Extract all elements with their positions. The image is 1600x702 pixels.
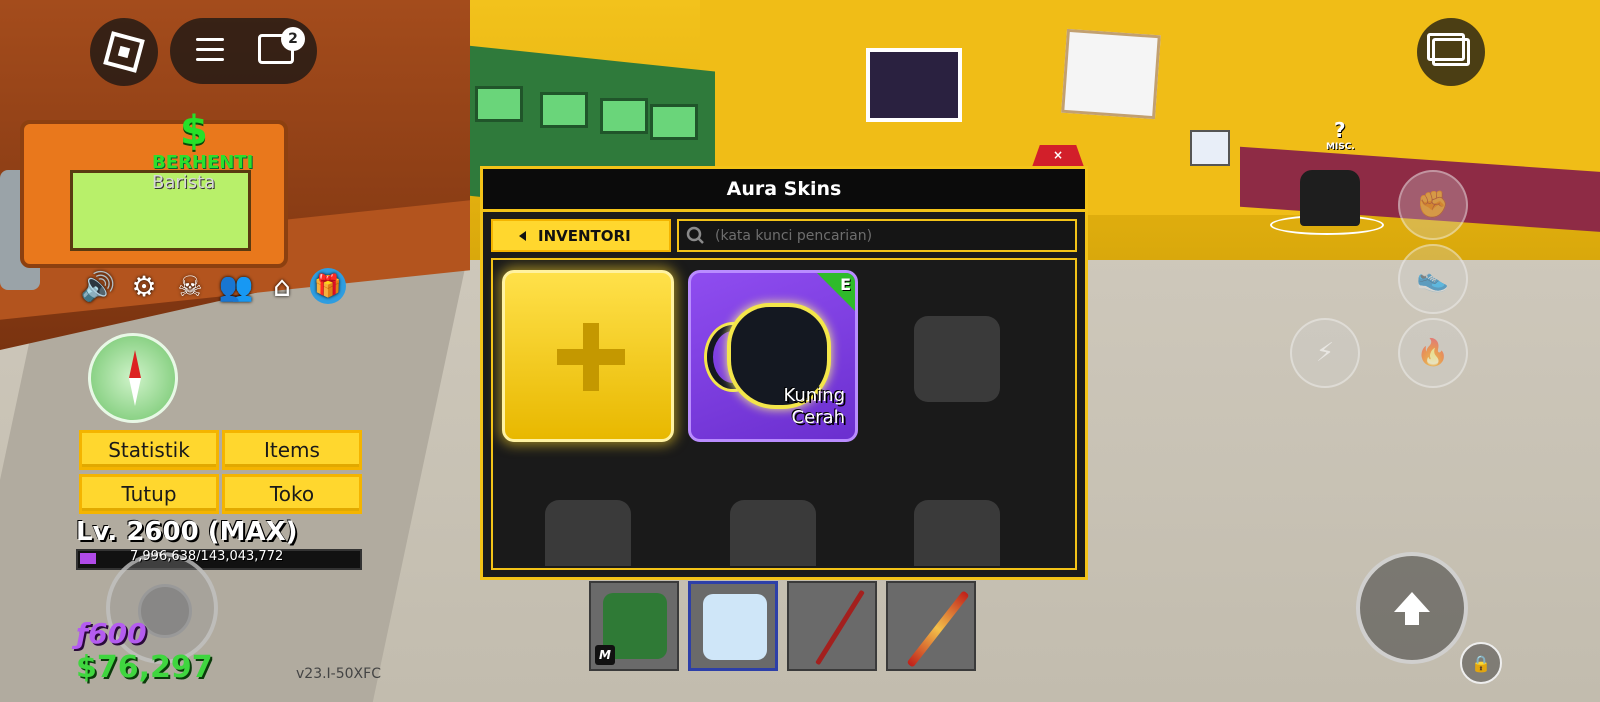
empty-slot — [730, 500, 816, 566]
add-skin-tile[interactable] — [502, 270, 674, 442]
leaderboard-button[interactable] — [1417, 18, 1485, 86]
window — [475, 86, 523, 122]
ability-aura-icon[interactable]: 🔥 — [1398, 318, 1468, 388]
wall-poster-blank — [1061, 28, 1161, 120]
hotbar-slot-red-katana[interactable] — [787, 581, 877, 671]
red-katana-icon — [815, 589, 865, 666]
gear-icon[interactable]: ⚙ — [126, 268, 162, 304]
window — [600, 98, 648, 134]
up-arrow-icon — [1394, 592, 1430, 625]
m1-badge-icon: M — [595, 645, 615, 665]
yeti-fruit-icon — [703, 594, 767, 660]
search-bar[interactable] — [677, 219, 1077, 252]
skin-name-line2: Cerah — [791, 407, 845, 428]
close-button[interactable]: Tutup — [79, 474, 219, 514]
hotbar-slot-yeti-fruit[interactable] — [688, 581, 778, 671]
empty-slot — [914, 316, 1000, 402]
hotbar-slot-dragon-fruit[interactable]: M — [589, 581, 679, 671]
skin-name-line1: Kuning — [783, 385, 845, 406]
roblox-menu-button[interactable] — [90, 18, 158, 86]
equipped-letter: E — [840, 275, 851, 294]
npc-role: Barista — [152, 172, 216, 193]
window — [650, 104, 698, 140]
xp-text: 7,996,638/143,043,772 — [130, 549, 284, 564]
ability-fist-icon[interactable]: ✊ — [1398, 170, 1468, 240]
search-input[interactable] — [709, 227, 1075, 244]
items-button[interactable]: Items — [222, 430, 362, 470]
empty-slot — [545, 500, 631, 566]
panel-title: Aura Skins — [483, 169, 1085, 212]
jolly-roger-icon[interactable]: ☠ — [172, 268, 208, 304]
shift-lock-icon[interactable]: 🔒 — [1460, 642, 1502, 684]
misc-label: MISC. — [1326, 142, 1355, 152]
ability-soru-icon[interactable]: ⚡ — [1290, 318, 1360, 388]
empty-slot — [914, 500, 1000, 566]
roblox-logo-icon — [103, 31, 145, 73]
ability-dash-icon[interactable]: 👟 — [1398, 244, 1468, 314]
hamburger-menu-icon[interactable] — [196, 38, 224, 62]
search-icon — [686, 226, 704, 244]
staff-weapon-icon — [906, 590, 970, 668]
crew-icon[interactable]: 👥 — [218, 268, 254, 304]
jump-button[interactable] — [1356, 552, 1468, 664]
misc-question-icon[interactable]: ? — [1334, 118, 1346, 142]
fragments-count: ƒ600 — [76, 617, 147, 650]
shop-button[interactable]: Toko — [222, 474, 362, 514]
chat-badge: 2 — [281, 27, 305, 51]
version-label: v23.I-50XFC — [296, 666, 381, 682]
gift-icon[interactable]: 🎁 — [310, 268, 346, 304]
skin-name: Kuning Cerah — [783, 385, 845, 429]
compass-icon[interactable] — [88, 333, 178, 423]
npc-character[interactable] — [1300, 170, 1360, 226]
home-icon[interactable]: ⌂ — [264, 268, 300, 304]
player-level: Lv. 2600 (MAX) — [76, 517, 298, 547]
speaker-icon[interactable]: 🔊 — [80, 268, 116, 304]
back-arrow-icon — [519, 230, 526, 241]
windows-icon — [1427, 33, 1470, 66]
npc-dollar-sign: $ — [180, 108, 208, 154]
npc-status: BERHENTI — [152, 152, 254, 173]
panel-close-icon[interactable]: × — [1032, 144, 1084, 166]
stats-button[interactable]: Statistik — [79, 430, 219, 470]
inventory-back-button[interactable]: INVENTORI — [491, 219, 671, 252]
inventory-label: INVENTORI — [538, 226, 631, 245]
window — [540, 92, 588, 128]
hotbar-slot-staff[interactable] — [886, 581, 976, 671]
wall-poster — [866, 48, 962, 122]
wall-poster-small — [1190, 130, 1230, 166]
skin-tile-kuning-cerah[interactable]: E Kuning Cerah — [688, 270, 858, 442]
hud-icon-row: 🔊 ⚙ ☠ 👥 ⌂ 🎁 — [80, 268, 346, 304]
xp-fill — [80, 553, 96, 564]
money-count: $76,297 — [76, 650, 213, 685]
